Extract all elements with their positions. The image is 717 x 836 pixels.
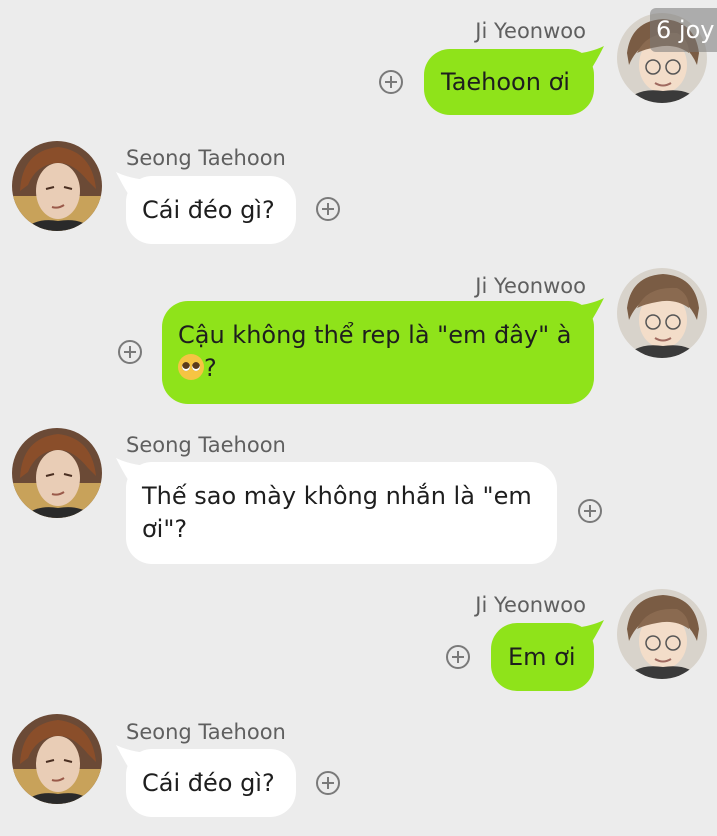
message-text-line: Cậu không thể rep là "em đây" à: [178, 321, 572, 349]
sender-name: Ji Yeonwoo: [475, 274, 586, 298]
page-counter-badge: 6 joy: [650, 8, 717, 52]
message-bubble[interactable]: Cái đéo gì?: [126, 176, 296, 244]
ji-yeonwoo-avatar-icon: [617, 589, 707, 679]
sender-name: Ji Yeonwoo: [475, 19, 586, 43]
chat-thread: Ji Yeonwoo Taehoon ơi Seong Taehoon Cái …: [0, 0, 717, 836]
add-reaction-icon[interactable]: [118, 340, 142, 364]
avatar[interactable]: [617, 268, 707, 358]
message-bubble[interactable]: Taehoon ơi: [424, 49, 594, 115]
seong-taehoon-avatar-icon: [12, 714, 102, 804]
add-reaction-icon[interactable]: [578, 499, 602, 523]
add-reaction-icon[interactable]: [316, 771, 340, 795]
avatar[interactable]: [617, 589, 707, 679]
pleading-face-icon: [178, 354, 204, 380]
add-reaction-icon[interactable]: [379, 70, 403, 94]
sender-name: Seong Taehoon: [126, 433, 286, 457]
sender-name: Ji Yeonwoo: [475, 593, 586, 617]
avatar[interactable]: [12, 428, 102, 518]
message-bubble[interactable]: Em ơi: [491, 623, 594, 691]
sender-name: Seong Taehoon: [126, 720, 286, 744]
seong-taehoon-avatar-icon: [12, 428, 102, 518]
message-bubble[interactable]: Thế sao mày không nhắn là "em ơi"?: [126, 462, 557, 564]
sender-name: Seong Taehoon: [126, 146, 286, 170]
seong-taehoon-avatar-icon: [12, 141, 102, 231]
message-text-line: ?: [204, 354, 217, 382]
ji-yeonwoo-avatar-icon: [617, 268, 707, 358]
add-reaction-icon[interactable]: [316, 197, 340, 221]
avatar[interactable]: [12, 714, 102, 804]
avatar[interactable]: [12, 141, 102, 231]
message-bubble[interactable]: Cái đéo gì?: [126, 749, 296, 817]
add-reaction-icon[interactable]: [446, 645, 470, 669]
message-bubble[interactable]: Cậu không thể rep là "em đây" à ?: [162, 301, 594, 404]
